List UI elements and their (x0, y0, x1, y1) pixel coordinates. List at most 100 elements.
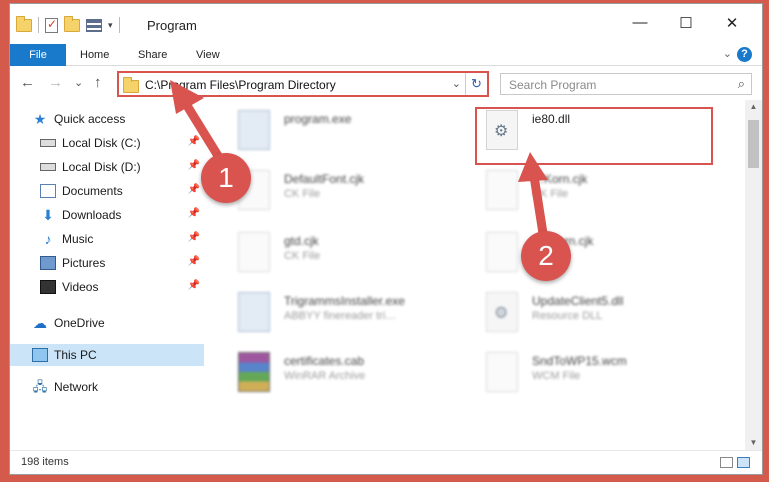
sidebar-item-label: Quick access (54, 112, 126, 126)
window-title: Program (147, 18, 197, 33)
address-dropdown-icon[interactable]: ⌄ (452, 77, 461, 90)
file-icon (486, 352, 518, 392)
toolbar-separator (38, 17, 39, 33)
pin-icon[interactable]: 📌 (188, 256, 200, 267)
expand-ribbon-icon[interactable]: ⌄ (723, 47, 732, 60)
scroll-up-icon[interactable]: ▲ (745, 100, 762, 114)
up-button[interactable]: ↑ (94, 74, 102, 91)
file-item[interactable]: program.exe (238, 110, 458, 162)
tab-file[interactable]: File (10, 44, 66, 66)
pin-icon[interactable]: 📌 (188, 136, 200, 147)
file-type: CK File (284, 250, 321, 262)
details-view-icon[interactable] (720, 457, 733, 468)
file-item[interactable]: TrigrammsInstaller.exe ABBYY finereader … (238, 292, 458, 344)
exe-icon (238, 110, 270, 150)
quick-access-toolbar: ▾ (16, 15, 120, 33)
file-type: ABBYY finereader tri… (284, 310, 397, 322)
file-name: TrigrammsInstaller.exe (284, 294, 405, 308)
file-item[interactable]: DefaultFont.cjk CK File (238, 170, 458, 222)
file-icon (238, 232, 270, 272)
minimize-button[interactable]: — (630, 14, 650, 31)
sidebar-item-documents[interactable]: Documents 📌 (10, 180, 204, 202)
file-item[interactable]: Fa…orn.cjk (486, 232, 706, 284)
address-bar[interactable]: C:\Program Files\Program Directory ⌄ ↻ (117, 71, 489, 97)
documents-icon (40, 184, 56, 198)
sidebar-item-quick-access[interactable]: ★ Quick access (10, 108, 204, 130)
pin-icon[interactable]: 📌 (188, 184, 200, 195)
properties-icon[interactable] (45, 17, 58, 33)
folder-icon[interactable] (16, 15, 32, 32)
tab-view[interactable]: View (182, 44, 234, 66)
step-badge-2: 2 (521, 231, 571, 281)
pin-icon[interactable]: 📌 (188, 232, 200, 243)
sidebar-item-label: This PC (54, 348, 97, 362)
ribbon-tabs: File Home Share View ⌄ ? (10, 44, 762, 66)
file-type: CK File (532, 188, 569, 200)
back-button[interactable]: ← (20, 74, 35, 91)
navigation-bar: ← → ⌄ ↑ C:\Program Files\Program Directo… (10, 68, 762, 98)
search-placeholder: Search Program (509, 78, 597, 92)
view-options-icon[interactable] (86, 18, 102, 32)
pin-icon[interactable]: 📌 (188, 160, 200, 171)
sidebar-item-pictures[interactable]: Pictures 📌 (10, 252, 204, 274)
tab-home[interactable]: Home (66, 44, 123, 66)
file-name: program.exe (284, 112, 352, 126)
file-name: gtd.cjk (284, 234, 319, 248)
downloads-icon: ⬇ (42, 207, 54, 223)
rar-icon (238, 352, 270, 392)
title-bar: ▾ Program — ☐ ✕ (10, 4, 762, 44)
file-item[interactable]: certificates.cab WinRAR Archive (238, 352, 458, 404)
sidebar-item-local-disk-d[interactable]: Local Disk (D:) 📌 (10, 156, 204, 178)
sidebar-item-local-disk-c[interactable]: Local Disk (C:) 📌 (10, 132, 204, 154)
file-item[interactable]: gtd.cjk CK File (238, 232, 458, 284)
sidebar-item-this-pc[interactable]: This PC (10, 344, 204, 366)
customize-toolbar-icon[interactable]: ▾ (108, 20, 113, 31)
sidebar-item-label: OneDrive (54, 316, 105, 330)
forward-button[interactable]: → (48, 74, 63, 91)
help-icon[interactable]: ? (737, 47, 752, 62)
local-disk-icon (40, 163, 56, 171)
scroll-down-icon[interactable]: ▼ (745, 436, 762, 450)
file-item[interactable]: …Korn.cjk CK File (486, 170, 706, 222)
tiles-view-icon[interactable] (737, 457, 750, 468)
sidebar-item-music[interactable]: ♪ Music 📌 (10, 228, 204, 250)
sidebar-item-label: Pictures (62, 256, 106, 270)
star-icon: ★ (33, 111, 47, 127)
file-type: WinRAR Archive (284, 370, 366, 382)
recent-locations-button[interactable]: ⌄ (74, 76, 83, 89)
sidebar-item-label: Local Disk (C:) (62, 136, 141, 150)
sidebar-item-videos[interactable]: Videos 📌 (10, 276, 204, 298)
videos-icon (40, 280, 56, 294)
file-item[interactable]: UpdateClient5.dll Resource DLL (486, 292, 706, 344)
vertical-scrollbar[interactable]: ▲ ▼ (745, 100, 762, 450)
sidebar-item-label: Documents (62, 184, 123, 198)
file-explorer-window: ▾ Program — ☐ ✕ File Home Share View ⌄ ?… (9, 3, 763, 475)
scroll-thumb[interactable] (748, 120, 759, 168)
file-item[interactable]: SndToWP15.wcm WCM File (486, 352, 706, 404)
maximize-button[interactable]: ☐ (676, 14, 696, 32)
pin-icon[interactable]: 📌 (188, 280, 200, 291)
highlight-box (475, 107, 713, 165)
address-path[interactable]: C:\Program Files\Program Directory (145, 78, 336, 92)
onedrive-icon: ☁ (33, 315, 47, 331)
file-name: SndToWP15.wcm (532, 354, 627, 368)
refresh-icon[interactable]: ↻ (465, 73, 487, 95)
sidebar-item-network[interactable]: 🖧 Network (10, 376, 204, 398)
search-input[interactable]: Search Program ⌕ (500, 73, 752, 95)
new-folder-icon[interactable] (64, 15, 80, 32)
pin-icon[interactable]: 📌 (188, 208, 200, 219)
file-name: certificates.cab (284, 354, 365, 368)
close-button[interactable]: ✕ (722, 14, 742, 32)
sidebar-item-downloads[interactable]: ⬇ Downloads 📌 (10, 204, 204, 226)
file-type: WCM File (532, 370, 581, 382)
search-icon[interactable]: ⌕ (738, 76, 745, 92)
view-switcher (720, 457, 750, 468)
music-icon: ♪ (44, 231, 52, 247)
file-icon (486, 170, 518, 210)
file-name: DefaultFont.cjk (284, 172, 365, 186)
exe-icon (238, 292, 270, 332)
sidebar-item-label: Network (54, 380, 99, 394)
sidebar-item-onedrive[interactable]: ☁ OneDrive (10, 312, 204, 334)
item-count: 198 items (21, 456, 69, 468)
tab-share[interactable]: Share (124, 44, 181, 66)
